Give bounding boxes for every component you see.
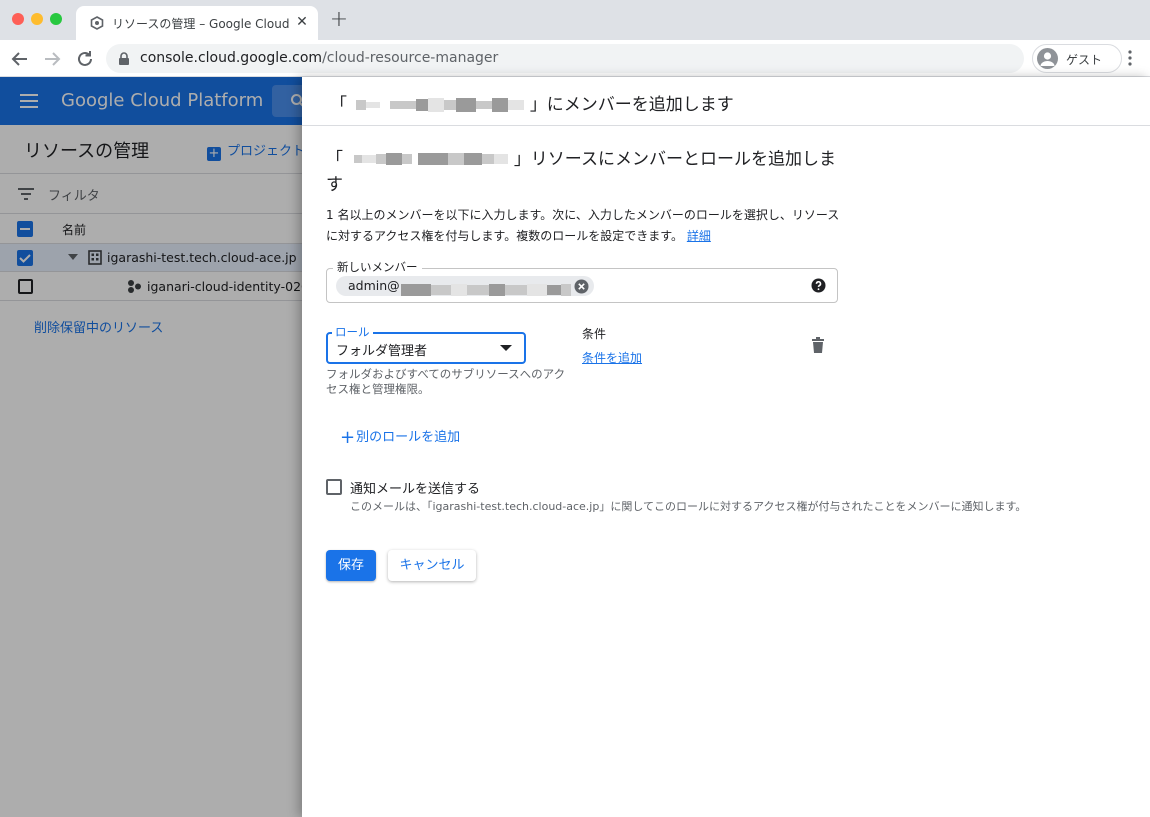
add-condition-link[interactable]: 条件を追加 [582,349,642,366]
gcp-favicon-icon [90,16,104,30]
lock-icon [119,52,129,65]
notify-checkbox[interactable] [326,479,342,495]
browser-tab-strip: リソースの管理 – Google Cloud P ✕ + [0,0,1150,40]
profile-button[interactable]: ゲスト [1032,44,1122,73]
dropdown-arrow-icon [500,345,512,351]
cancel-button[interactable]: キャンセル [388,550,476,581]
member-chip-text: admin@ [348,278,400,293]
role-select[interactable]: ロール フォルダ管理者 [326,324,526,364]
address-bar[interactable]: console.cloud.google.com/cloud-resource-… [106,44,1024,73]
redacted-text [401,279,571,298]
new-tab-button[interactable]: + [328,8,350,32]
intro-text: 1 名以上のメンバーを以下に入力します。次に、入力したメンバーのロールを選択し、… [326,208,840,243]
role-selected-value: フォルダ管理者 [336,344,428,359]
url-text: console.cloud.google.com/cloud-resource-… [140,50,499,66]
add-members-panel: 「 」にメンバーを追加します 「 」リソースにメンバーとロールを追加します 1 … [302,77,1150,817]
notify-label[interactable]: 通知メールを送信する [350,478,480,497]
condition-label: 条件 [582,327,607,341]
plus-icon: + [340,427,356,448]
new-members-label: 新しいメンバー [333,259,422,275]
forward-arrow-icon[interactable] [40,47,64,71]
browser-tab-active[interactable]: リソースの管理 – Google Cloud P ✕ [76,6,318,40]
role-label: ロール [332,324,373,340]
remove-chip-icon[interactable] [574,279,589,294]
role-description: フォルダおよびすべてのサブリソースへのアクセス権と管理権限。 [326,367,566,396]
panel-title: 「 」にメンバーを追加します [330,95,734,115]
learn-more-link[interactable]: 詳細 [687,229,711,243]
delete-role-icon[interactable] [810,337,826,354]
reload-icon[interactable] [73,47,97,71]
tab-close-icon[interactable]: ✕ [294,13,310,31]
back-arrow-icon[interactable] [8,47,32,71]
notify-hint: このメールは、「igarashi-test.tech.cloud-ace.jp」… [350,500,1027,513]
add-another-role-button[interactable]: +別のロールを追加 [340,426,460,448]
redacted-text [348,147,509,172]
save-button[interactable]: 保存 [326,550,376,581]
panel-header: 「 」にメンバーを追加します [302,77,1150,126]
minimize-window-button[interactable] [31,13,43,25]
tab-title: リソースの管理 – Google Cloud P [112,17,290,31]
zoom-window-button[interactable] [50,13,62,25]
redacted-text [352,95,525,115]
help-icon[interactable] [811,278,826,293]
new-members-field[interactable]: 新しいメンバー admin@ [326,259,838,303]
browser-menu-icon[interactable] [1122,48,1138,68]
section-heading: 「 」リソースにメンバーとロールを追加します [326,147,846,198]
browser-toolbar: console.cloud.google.com/cloud-resource-… [0,40,1150,77]
member-chip[interactable]: admin@ [336,276,594,296]
avatar-icon [1037,48,1058,69]
profile-label: ゲスト [1066,53,1103,67]
close-window-button[interactable] [12,13,24,25]
